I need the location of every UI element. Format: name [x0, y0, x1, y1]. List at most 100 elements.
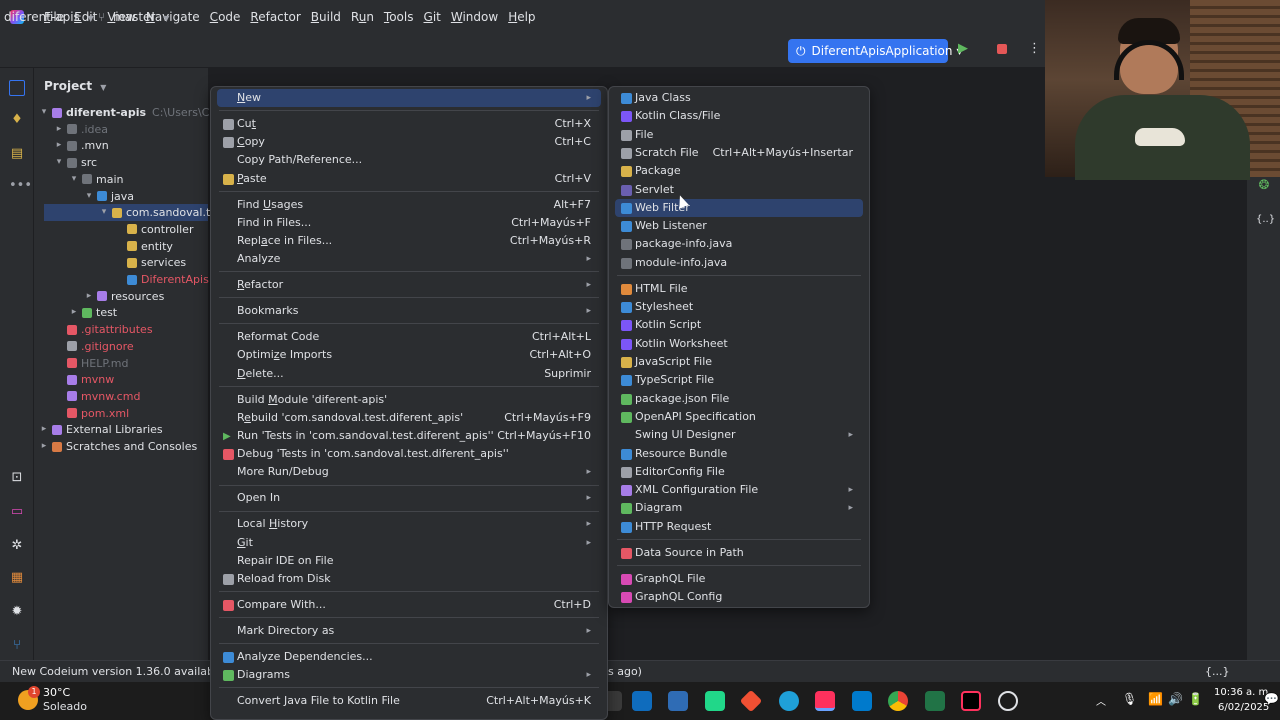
chevron-down-icon[interactable]: ▾	[53, 154, 65, 171]
context-menu-item[interactable]: Optimize Imports Ctrl+Alt+O	[217, 346, 601, 364]
tree-item[interactable]: entity	[113, 238, 173, 255]
context-menu-item[interactable]: Reformat Code Ctrl+Alt+L	[217, 328, 601, 346]
new-menu-item[interactable]: Scratch File Ctrl+Alt+Mayús+Insertar	[615, 144, 863, 162]
tree-item[interactable]: .gitattributes	[53, 321, 153, 338]
tree-item[interactable]: services	[113, 254, 186, 271]
tree-item[interactable]: .gitignore	[53, 338, 134, 355]
context-menu-item[interactable]: Refactor ▸	[217, 276, 601, 294]
stop-icon[interactable]	[997, 44, 1007, 54]
chevron-down-icon[interactable]: ▾	[38, 104, 50, 121]
volume-icon[interactable]: 🔊	[1168, 692, 1183, 706]
more-vertical-icon[interactable]: ⋮	[1028, 41, 1041, 56]
tree-item[interactable]: ▸ test	[68, 304, 117, 321]
new-menu-item[interactable]: Data Source in Path	[615, 544, 863, 562]
commit-icon[interactable]: ♦	[9, 112, 25, 128]
tree-item[interactable]: ▾ main	[68, 171, 124, 188]
new-menu-item[interactable]: GraphQL Config	[615, 588, 863, 606]
taskbar-app-icon[interactable]	[668, 691, 688, 711]
new-menu-item[interactable]: GraphQL File	[615, 570, 863, 588]
new-menu-item[interactable]: Web Filter	[615, 198, 863, 217]
context-menu-item[interactable]: Analyze Dependencies...	[217, 648, 601, 666]
context-menu-item[interactable]: Repair IDE on File	[217, 552, 601, 570]
context-menu-item[interactable]: Analyze ▸	[217, 250, 601, 268]
chevron-right-icon[interactable]: ▸	[53, 121, 65, 138]
context-menu-item[interactable]: Copy Ctrl+C	[217, 133, 601, 151]
git-branch-switcher[interactable]: ⑂ master ▼	[98, 10, 169, 24]
chevron-down-icon[interactable]: ▾	[83, 188, 95, 205]
tree-item[interactable]: ▸ .idea	[53, 121, 108, 138]
chevron-down-icon[interactable]: ▾	[98, 204, 110, 221]
tree-item[interactable]: ▾ com.sandoval.t	[98, 204, 211, 221]
battery-icon[interactable]: 🔋	[1188, 692, 1203, 706]
weather-temperature[interactable]: 30°C	[43, 686, 70, 699]
context-menu-item[interactable]: Reload from Disk	[217, 570, 601, 588]
chevron-right-icon[interactable]: ▸	[83, 288, 95, 305]
intellij-community-icon[interactable]	[961, 691, 981, 711]
new-menu-item[interactable]: Kotlin Script	[615, 316, 863, 334]
new-menu-item[interactable]: Kotlin Worksheet	[615, 335, 863, 353]
tree-item[interactable]: ▸ resources	[83, 288, 165, 305]
new-menu-item[interactable]: File	[615, 126, 863, 144]
tree-item[interactable]: ▸ External Libraries	[38, 421, 163, 438]
chevron-up-icon[interactable]: ︿	[1096, 693, 1106, 708]
context-menu-item[interactable]: Mark Directory as ▸	[217, 622, 601, 640]
project-switcher[interactable]: diferent-apis ▼	[4, 10, 94, 24]
context-menu-item[interactable]: More Run/Debug ▸	[217, 463, 601, 481]
chevron-down-icon[interactable]: ▾	[68, 171, 80, 188]
menu-tools[interactable]: Tools	[380, 0, 418, 34]
chrome-icon[interactable]	[888, 691, 908, 711]
microphone-icon[interactable]: 🎙	[1122, 692, 1137, 706]
intellij-icon[interactable]	[815, 691, 835, 711]
new-menu-item[interactable]: package.json File	[615, 390, 863, 408]
tree-item[interactable]: pom.xml	[53, 405, 129, 422]
build-icon[interactable]: ✹	[9, 604, 25, 620]
context-menu-item[interactable]: Find Usages Alt+F7	[217, 196, 601, 214]
new-menu-item[interactable]: EditorConfig File	[615, 463, 863, 481]
new-menu-item[interactable]: module-info.java	[615, 254, 863, 272]
menu-help[interactable]: Help	[504, 0, 539, 34]
status-message[interactable]: New Codeium version 1.36.0 available	[12, 661, 224, 683]
new-menu-item[interactable]: Resource Bundle	[615, 445, 863, 463]
new-menu-item[interactable]: JavaScript File	[615, 353, 863, 371]
project-view-icon[interactable]	[9, 80, 25, 96]
menu-code[interactable]: Code	[206, 0, 245, 34]
outlook-icon[interactable]	[632, 691, 652, 711]
codeium-chat-icon[interactable]: {..}	[1256, 212, 1275, 228]
context-menu-item[interactable]: Open In ▸	[217, 489, 601, 507]
new-menu-item[interactable]: package-info.java	[615, 235, 863, 253]
new-menu-item[interactable]: Stylesheet	[615, 298, 863, 316]
context-menu-item[interactable]: Replace in Files... Ctrl+Mayús+R	[217, 232, 601, 250]
excel-icon[interactable]	[925, 691, 945, 711]
chevron-right-icon[interactable]: ▸	[38, 421, 50, 438]
tree-item[interactable]: ▾ src	[53, 154, 97, 171]
weather-condition[interactable]: Soleado	[43, 700, 87, 713]
tree-item[interactable]: mvnw.cmd	[53, 388, 140, 405]
clock-time[interactable]: 10:36 a. m.	[1214, 687, 1271, 698]
chevron-right-icon[interactable]: ▸	[68, 304, 80, 321]
context-menu-item[interactable]: Compare With... Ctrl+D	[217, 596, 601, 614]
run-configuration-selector[interactable]: ⏻ DiferentApisApplication ▼	[788, 39, 963, 63]
context-menu-item[interactable]: Local History ▸	[217, 515, 601, 533]
new-menu-item[interactable]: TypeScript File	[615, 371, 863, 389]
git-icon[interactable]	[739, 689, 763, 713]
context-menu-item[interactable]: Copy Path/Reference...	[217, 151, 601, 169]
context-menu-item[interactable]: Git ▸	[217, 534, 601, 552]
context-menu-item[interactable]: Paste Ctrl+V	[217, 170, 601, 188]
context-menu-item[interactable]: New ▸	[217, 89, 601, 107]
new-menu-item[interactable]: HTML File	[615, 280, 863, 298]
more-tools-icon[interactable]: •••	[9, 178, 32, 194]
new-menu-item[interactable]: HTTP Request	[615, 518, 863, 536]
new-menu-item[interactable]: OpenAPI Specification	[615, 408, 863, 426]
context-menu-item[interactable]: Convert Java File to Kotlin File Ctrl+Alt…	[217, 692, 601, 710]
services-icon[interactable]: ✲	[9, 538, 25, 554]
tree-item[interactable]: controller	[113, 221, 193, 238]
edge-icon[interactable]	[779, 691, 799, 711]
chevron-right-icon[interactable]: ▸	[38, 438, 50, 455]
tree-item[interactable]: ▾ diferent-apis C:\Users\C	[38, 104, 210, 121]
menu-build[interactable]: Build	[307, 0, 345, 34]
pycharm-icon[interactable]	[705, 691, 725, 711]
context-menu-item[interactable]: Cut Ctrl+X	[217, 115, 601, 133]
vscode-icon[interactable]	[852, 691, 872, 711]
tree-item[interactable]: DiferentApis	[113, 271, 209, 288]
wifi-icon[interactable]: 📶	[1148, 692, 1163, 706]
